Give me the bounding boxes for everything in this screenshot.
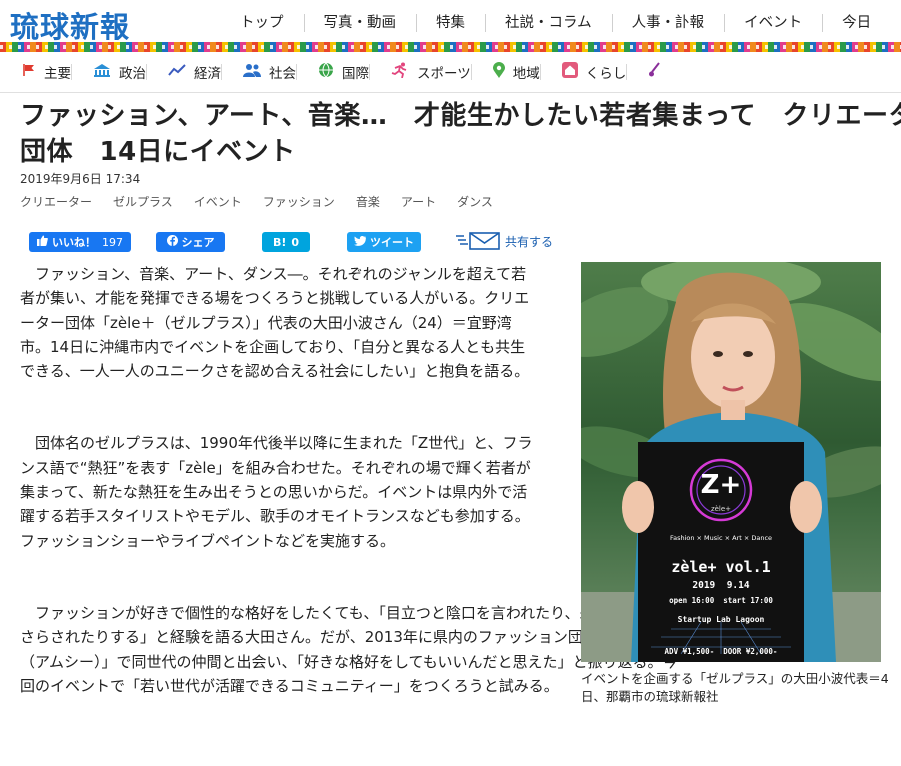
facebook-icon bbox=[166, 235, 178, 249]
category-nav: 主要 政治 経済 社会 国際 スポーツ 地域 くらし bbox=[0, 52, 901, 93]
category-politics[interactable]: 政治 bbox=[71, 52, 146, 92]
tag-link[interactable]: ファッション bbox=[263, 193, 335, 210]
category-label: 地域 bbox=[512, 66, 540, 82]
tweet-button[interactable]: ツイート bbox=[347, 232, 421, 252]
category-lifestyle[interactable]: くらし bbox=[539, 52, 627, 92]
poster-date: 2019 9.14 bbox=[692, 580, 750, 591]
like-count: 197 bbox=[102, 235, 123, 249]
nav-today[interactable]: 今日 bbox=[822, 0, 891, 46]
site-logo[interactable]: 琉球新報 bbox=[10, 4, 130, 46]
runner-icon bbox=[391, 62, 409, 82]
globe-icon bbox=[318, 62, 334, 82]
article-tags: クリエーター ゼルプラス イベント ファッション 音楽 アート ダンス bbox=[20, 193, 514, 210]
nav-top[interactable]: トップ bbox=[220, 0, 304, 46]
category-label: スポーツ bbox=[417, 66, 471, 82]
poster-brand-small: zèle+ bbox=[710, 505, 732, 513]
category-main[interactable]: 主要 bbox=[0, 52, 71, 92]
people-icon bbox=[243, 63, 261, 81]
top-nav: トップ 写真・動画 特集 社説・コラム 人事・訃報 イベント 今日 bbox=[220, 0, 891, 46]
tag-link[interactable]: ゼルプラス bbox=[113, 193, 173, 210]
article-title: ファッション、アート、音楽… 才能生かしたい若者集まって クリエーター団体 14… bbox=[20, 101, 901, 167]
tweet-label: ツイート bbox=[370, 236, 414, 249]
category-label: 経済 bbox=[194, 66, 221, 82]
poster-logo: Z+ bbox=[700, 470, 742, 500]
nav-events[interactable]: イベント bbox=[724, 0, 822, 46]
category-label: 政治 bbox=[119, 66, 146, 82]
category-society[interactable]: 社会 bbox=[221, 52, 296, 92]
poster-event-title: zèle+ vol.1 bbox=[671, 558, 771, 576]
category-label: くらし bbox=[585, 66, 627, 82]
hatena-bookmark-button[interactable]: B! 0 bbox=[262, 232, 310, 252]
article-paragraph: ファッション、音楽、アート、ダンス―。それぞれのジャンルを超えて若者が集い、才能… bbox=[20, 265, 530, 381]
tag-link[interactable]: イベント bbox=[194, 193, 242, 210]
photo-caption: イベントを企画する「ゼルプラス」の大田小波代表＝4日、那覇市の琉球新報社 bbox=[581, 671, 889, 704]
category-economy[interactable]: 経済 bbox=[146, 52, 221, 92]
category-region[interactable]: 地域 bbox=[470, 52, 540, 92]
tag-link[interactable]: アート bbox=[401, 193, 436, 210]
nav-editorial-column[interactable]: 社説・コラム bbox=[485, 0, 612, 46]
facebook-share-button[interactable]: シェア bbox=[156, 232, 225, 252]
article-date: 2019年9月6日 17:34 bbox=[20, 172, 141, 186]
poster-prices: ADV ¥1,500- DOOR ¥2,000- bbox=[664, 647, 778, 656]
nav-photo-video[interactable]: 写真・動画 bbox=[303, 0, 417, 46]
site-header: 琉球新報 トップ 写真・動画 特集 社説・コラム 人事・訃報 イベント 今日 bbox=[0, 0, 901, 46]
poster-times: open 16:00 start 17:00 bbox=[669, 596, 773, 605]
hatena-count: 0 bbox=[291, 235, 300, 249]
poster-genres: Fashion × Music × Art × Dance bbox=[669, 534, 773, 542]
government-icon bbox=[93, 63, 111, 81]
article-paragraph: 団体名のゼルプラスは、1990年代後半以降に生まれた「Z世代」と、フランス語で“… bbox=[20, 434, 533, 550]
tag-link[interactable]: 音楽 bbox=[356, 193, 380, 210]
category-international[interactable]: 国際 bbox=[296, 52, 369, 92]
category-label: 国際 bbox=[342, 66, 369, 82]
tag-link[interactable]: ダンス bbox=[457, 193, 493, 210]
hatena-label: B! bbox=[272, 235, 287, 249]
decorative-pattern-band bbox=[0, 42, 901, 52]
mail-share-label: 共有する bbox=[505, 234, 554, 249]
flag-icon bbox=[22, 63, 36, 81]
music-note-icon bbox=[648, 62, 662, 82]
article-body: ファッション、音楽、アート、ダンス―。それぞれのジャンルを超えて若者が集い、才能… bbox=[20, 262, 677, 698]
facebook-like-button[interactable]: いいね！ 197 bbox=[29, 232, 131, 252]
mail-share-button[interactable]: 共有する bbox=[456, 232, 553, 250]
category-sports[interactable]: スポーツ bbox=[369, 52, 471, 92]
location-pin-icon bbox=[492, 62, 505, 82]
chart-icon bbox=[168, 63, 186, 81]
facebook-share-label: シェア bbox=[181, 236, 215, 249]
mail-icon bbox=[456, 232, 500, 250]
category-label: 主要 bbox=[44, 66, 71, 82]
thumbs-up-icon bbox=[37, 235, 48, 249]
nav-personnel-obituary[interactable]: 人事・訃報 bbox=[611, 0, 725, 46]
nav-features[interactable]: 特集 bbox=[416, 0, 485, 46]
category-label: 社会 bbox=[269, 66, 296, 82]
home-icon bbox=[561, 62, 578, 82]
twitter-bird-icon bbox=[354, 235, 367, 249]
article-photo[interactable]: Z+ zèle+ Fashion × Music × Art × Dance z… bbox=[581, 262, 881, 662]
poster-venue: Startup Lab Lagoon bbox=[677, 615, 765, 624]
category-entertainment[interactable] bbox=[626, 52, 670, 92]
tag-link[interactable]: クリエーター bbox=[20, 193, 92, 210]
like-label: いいね！ bbox=[52, 236, 96, 249]
